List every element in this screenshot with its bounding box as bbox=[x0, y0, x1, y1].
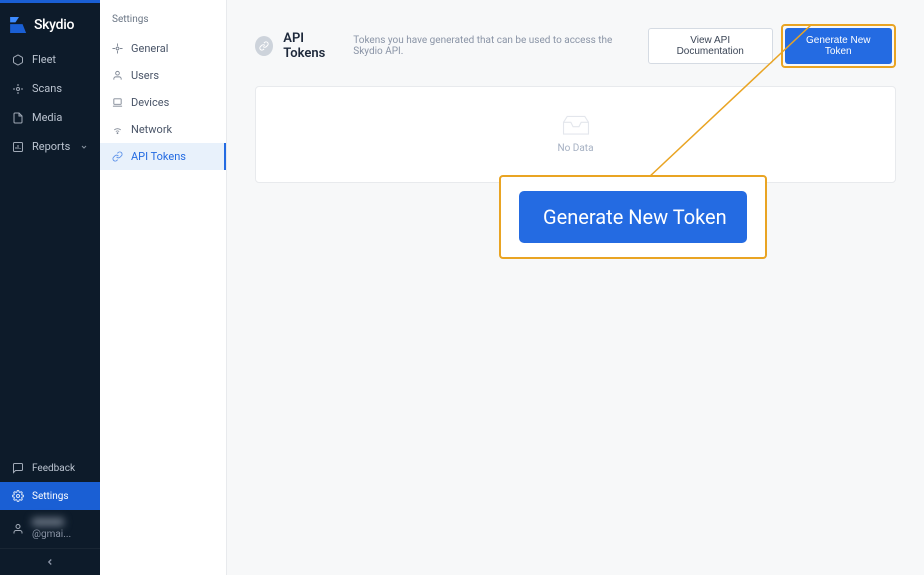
document-icon bbox=[12, 112, 24, 124]
user-icon bbox=[12, 523, 24, 535]
nav-item-settings[interactable]: Settings bbox=[0, 482, 100, 510]
gear-icon bbox=[12, 490, 24, 502]
page-subtitle: Tokens you have generated that can be us… bbox=[353, 35, 638, 57]
nav-item-user[interactable]: @gmai... bbox=[0, 510, 100, 548]
link-icon bbox=[259, 41, 269, 51]
nav-item-reports[interactable]: Reports bbox=[0, 132, 100, 161]
sidebar-secondary: Settings General Users Devices Network A… bbox=[100, 0, 227, 575]
device-icon bbox=[112, 97, 123, 108]
nav-item-scans[interactable]: Scans bbox=[0, 74, 100, 103]
main-content: API Tokens Tokens you have generated tha… bbox=[227, 0, 924, 575]
callout-generate-button: Generate New Token bbox=[519, 191, 747, 243]
inbox-icon bbox=[561, 115, 591, 137]
user-email: @gmai... bbox=[32, 518, 88, 540]
nav-label: Reports bbox=[32, 140, 70, 153]
empty-state-text: No Data bbox=[557, 143, 593, 154]
nav-label: Fleet bbox=[32, 53, 56, 66]
sub-nav-label: API Tokens bbox=[131, 150, 186, 163]
report-icon bbox=[12, 141, 24, 153]
chat-icon bbox=[12, 462, 24, 474]
link-icon bbox=[112, 151, 123, 162]
view-api-docs-button[interactable]: View API Documentation bbox=[648, 28, 773, 64]
chevron-left-icon bbox=[45, 557, 55, 567]
sub-nav-label: Users bbox=[131, 69, 159, 82]
generate-new-token-button[interactable]: Generate New Token bbox=[785, 28, 892, 64]
sub-nav-item-users[interactable]: Users bbox=[100, 62, 226, 89]
sub-nav-label: Devices bbox=[131, 96, 169, 109]
chevron-down-icon bbox=[80, 143, 88, 151]
sub-nav-item-devices[interactable]: Devices bbox=[100, 89, 226, 116]
nav-label: Feedback bbox=[32, 463, 75, 474]
gear-icon bbox=[112, 43, 123, 54]
sidebar-primary: Skydio Fleet Scans Media Reports bbox=[0, 0, 100, 575]
page-title: API Tokens bbox=[283, 31, 343, 61]
cube-icon bbox=[12, 54, 24, 66]
nav-item-fleet[interactable]: Fleet bbox=[0, 45, 100, 74]
annotation-highlight: Generate New Token bbox=[781, 24, 896, 68]
nav-label: Scans bbox=[32, 82, 62, 95]
page-header: API Tokens Tokens you have generated tha… bbox=[255, 24, 896, 68]
collapse-sidebar-button[interactable] bbox=[0, 548, 100, 575]
tokens-card: No Data bbox=[255, 86, 896, 183]
logo[interactable]: Skydio bbox=[0, 11, 100, 45]
wifi-icon bbox=[112, 124, 123, 135]
sub-nav-item-api-tokens[interactable]: API Tokens bbox=[100, 143, 226, 170]
empty-state: No Data bbox=[256, 87, 895, 182]
annotation-callout: Generate New Token bbox=[499, 175, 767, 259]
nav-item-media[interactable]: Media bbox=[0, 103, 100, 132]
sub-nav-label: Network bbox=[131, 123, 172, 136]
sub-nav-label: General bbox=[131, 42, 168, 55]
nav-label: Media bbox=[32, 111, 62, 124]
skydio-logo-icon bbox=[10, 17, 28, 33]
nav-item-feedback[interactable]: Feedback bbox=[0, 454, 100, 482]
scan-icon bbox=[12, 83, 24, 95]
sub-nav-item-general[interactable]: General bbox=[100, 35, 226, 62]
page-header-icon bbox=[255, 36, 273, 56]
secondary-nav-title: Settings bbox=[100, 8, 226, 35]
user-icon bbox=[112, 70, 123, 81]
nav-label: Settings bbox=[32, 491, 69, 502]
logo-accent-bar bbox=[0, 0, 100, 3]
sub-nav-item-network[interactable]: Network bbox=[100, 116, 226, 143]
logo-text: Skydio bbox=[34, 17, 74, 33]
